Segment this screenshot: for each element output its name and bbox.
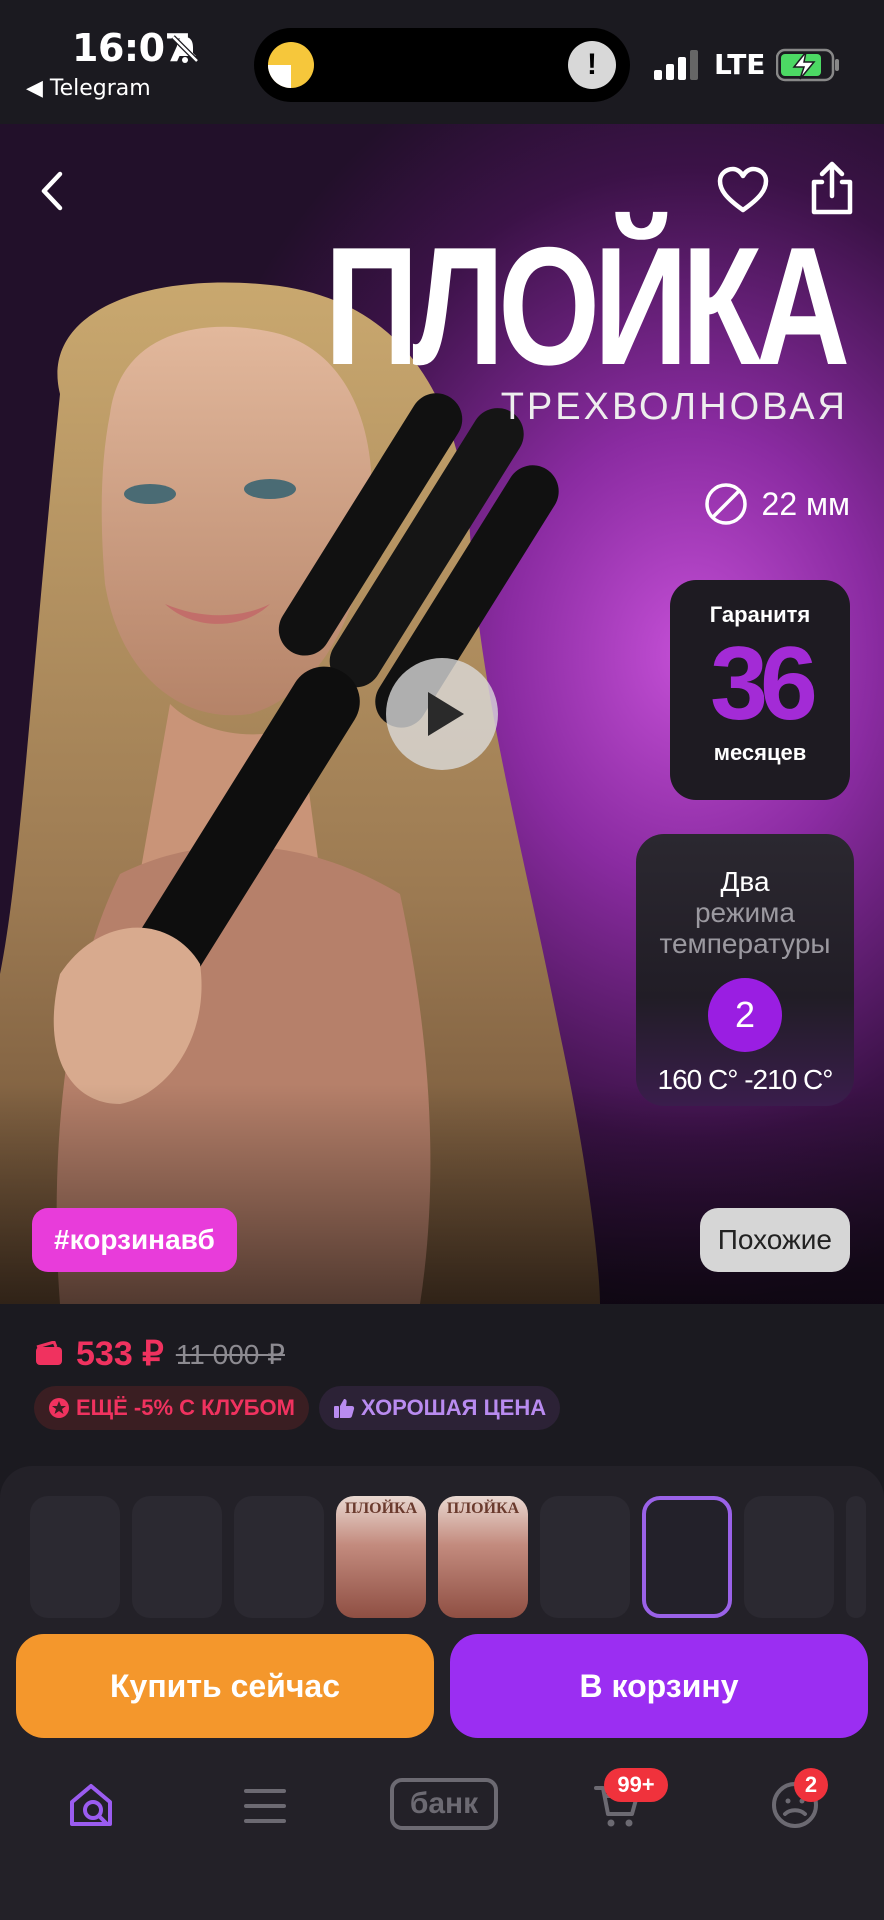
thumbnail-selected[interactable] <box>642 1496 732 1618</box>
alert-icon: ! <box>568 41 616 89</box>
home-search-icon[interactable] <box>66 1780 116 1830</box>
cart-count-badge: 99+ <box>604 1768 668 1802</box>
play-video-button[interactable] <box>386 658 498 770</box>
guarantee-card: Гаранитя 36 месяцев <box>670 580 850 800</box>
thumbnail[interactable] <box>540 1496 630 1618</box>
favorite-heart-icon[interactable] <box>716 164 770 218</box>
similar-button[interactable]: Похожие <box>699 1208 850 1272</box>
thumbnail[interactable] <box>30 1496 120 1618</box>
temperature-card: Два режима температуры 2 160 C° -210 C° <box>636 834 854 1106</box>
price-section: 533 ₽ 11 000 ₽ ЕЩЁ -5% С КЛУБОМ ХОРОШАЯ … <box>0 1304 884 1454</box>
club-discount-badge[interactable]: ЕЩЁ -5% С КЛУБОМ <box>34 1386 309 1430</box>
back-to-telegram[interactable]: ◀ Telegram <box>26 76 151 101</box>
thumbnail[interactable] <box>846 1496 866 1618</box>
thumbnail[interactable] <box>234 1496 324 1618</box>
thumbnail[interactable]: ПЛОЙКА <box>336 1496 426 1618</box>
buy-now-button[interactable]: Купить сейчас <box>16 1634 434 1738</box>
good-price-badge[interactable]: ХОРОШАЯ ЦЕНА <box>318 1386 561 1430</box>
app-activity-icon <box>268 42 314 88</box>
club-discount-label: ЕЩЁ -5% С КЛУБОМ <box>76 1395 295 1420</box>
old-price: 11 000 ₽ <box>175 1338 285 1370</box>
temp-modes-count: 2 <box>708 977 782 1052</box>
battery-charging-icon <box>776 48 839 82</box>
good-price-label: ХОРОШАЯ ЦЕНА <box>360 1395 547 1420</box>
guarantee-number: 36 <box>710 626 818 742</box>
bell-muted-icon <box>171 35 199 63</box>
guarantee-bottom: месяцев <box>713 740 807 765</box>
product-headline: ПЛОЙКА <box>324 212 851 400</box>
hashtag-button[interactable]: #корзинавб <box>32 1208 237 1272</box>
temp-line3: температуры <box>659 927 831 959</box>
thumbnail[interactable] <box>132 1496 222 1618</box>
tab-bar: банк 99+ 2 <box>0 1756 884 1920</box>
temp-line2: режима <box>694 897 796 928</box>
add-to-cart-button[interactable]: В корзину <box>450 1634 868 1738</box>
thumbs-up-icon <box>333 1399 355 1418</box>
signal-icon <box>654 50 698 80</box>
profile-count-badge: 2 <box>794 1768 828 1802</box>
product-media[interactable]: ПЛОЙКА ТРЕХВОЛНОВАЯ 22 мм Гаранитя 36 ме… <box>0 124 884 1304</box>
thumbnail[interactable]: ПЛОЙКА <box>438 1496 528 1618</box>
temp-line1: Два <box>720 866 770 897</box>
bank-tab[interactable]: банк <box>390 1778 498 1830</box>
status-bar: 16:07 ◀ Telegram ! LTE <box>0 0 884 124</box>
network-label: LTE <box>714 48 766 81</box>
catalog-menu-icon[interactable] <box>244 1786 286 1826</box>
product-subheadline: ТРЕХВОЛНОВАЯ <box>500 386 848 428</box>
diameter-value: 22 мм <box>761 485 850 522</box>
wallet-icon <box>36 1341 62 1365</box>
current-price: 533 ₽ <box>76 1335 164 1373</box>
temp-range: 160 C° -210 C° <box>657 1063 834 1095</box>
price-row: 533 ₽ 11 000 ₽ <box>34 1334 285 1374</box>
star-badge-icon <box>49 1398 69 1418</box>
guarantee-top: Гаранитя <box>709 602 811 627</box>
diameter-icon <box>704 483 747 525</box>
back-arrow-icon[interactable] <box>34 166 70 216</box>
thumbnail-title: ПЛОЙКА <box>344 1500 418 1517</box>
thumbnail[interactable] <box>744 1496 834 1618</box>
price-badges: ЕЩЁ -5% С КЛУБОМ ХОРОШАЯ ЦЕНА <box>34 1386 561 1430</box>
diameter-info: 22 мм <box>704 482 850 526</box>
share-icon[interactable] <box>808 160 856 218</box>
media-thumbnails: ПЛОЙКА ПЛОЙКА <box>30 1496 866 1618</box>
dynamic-island: ! <box>254 28 630 102</box>
thumbnail-title: ПЛОЙКА <box>446 1500 520 1517</box>
